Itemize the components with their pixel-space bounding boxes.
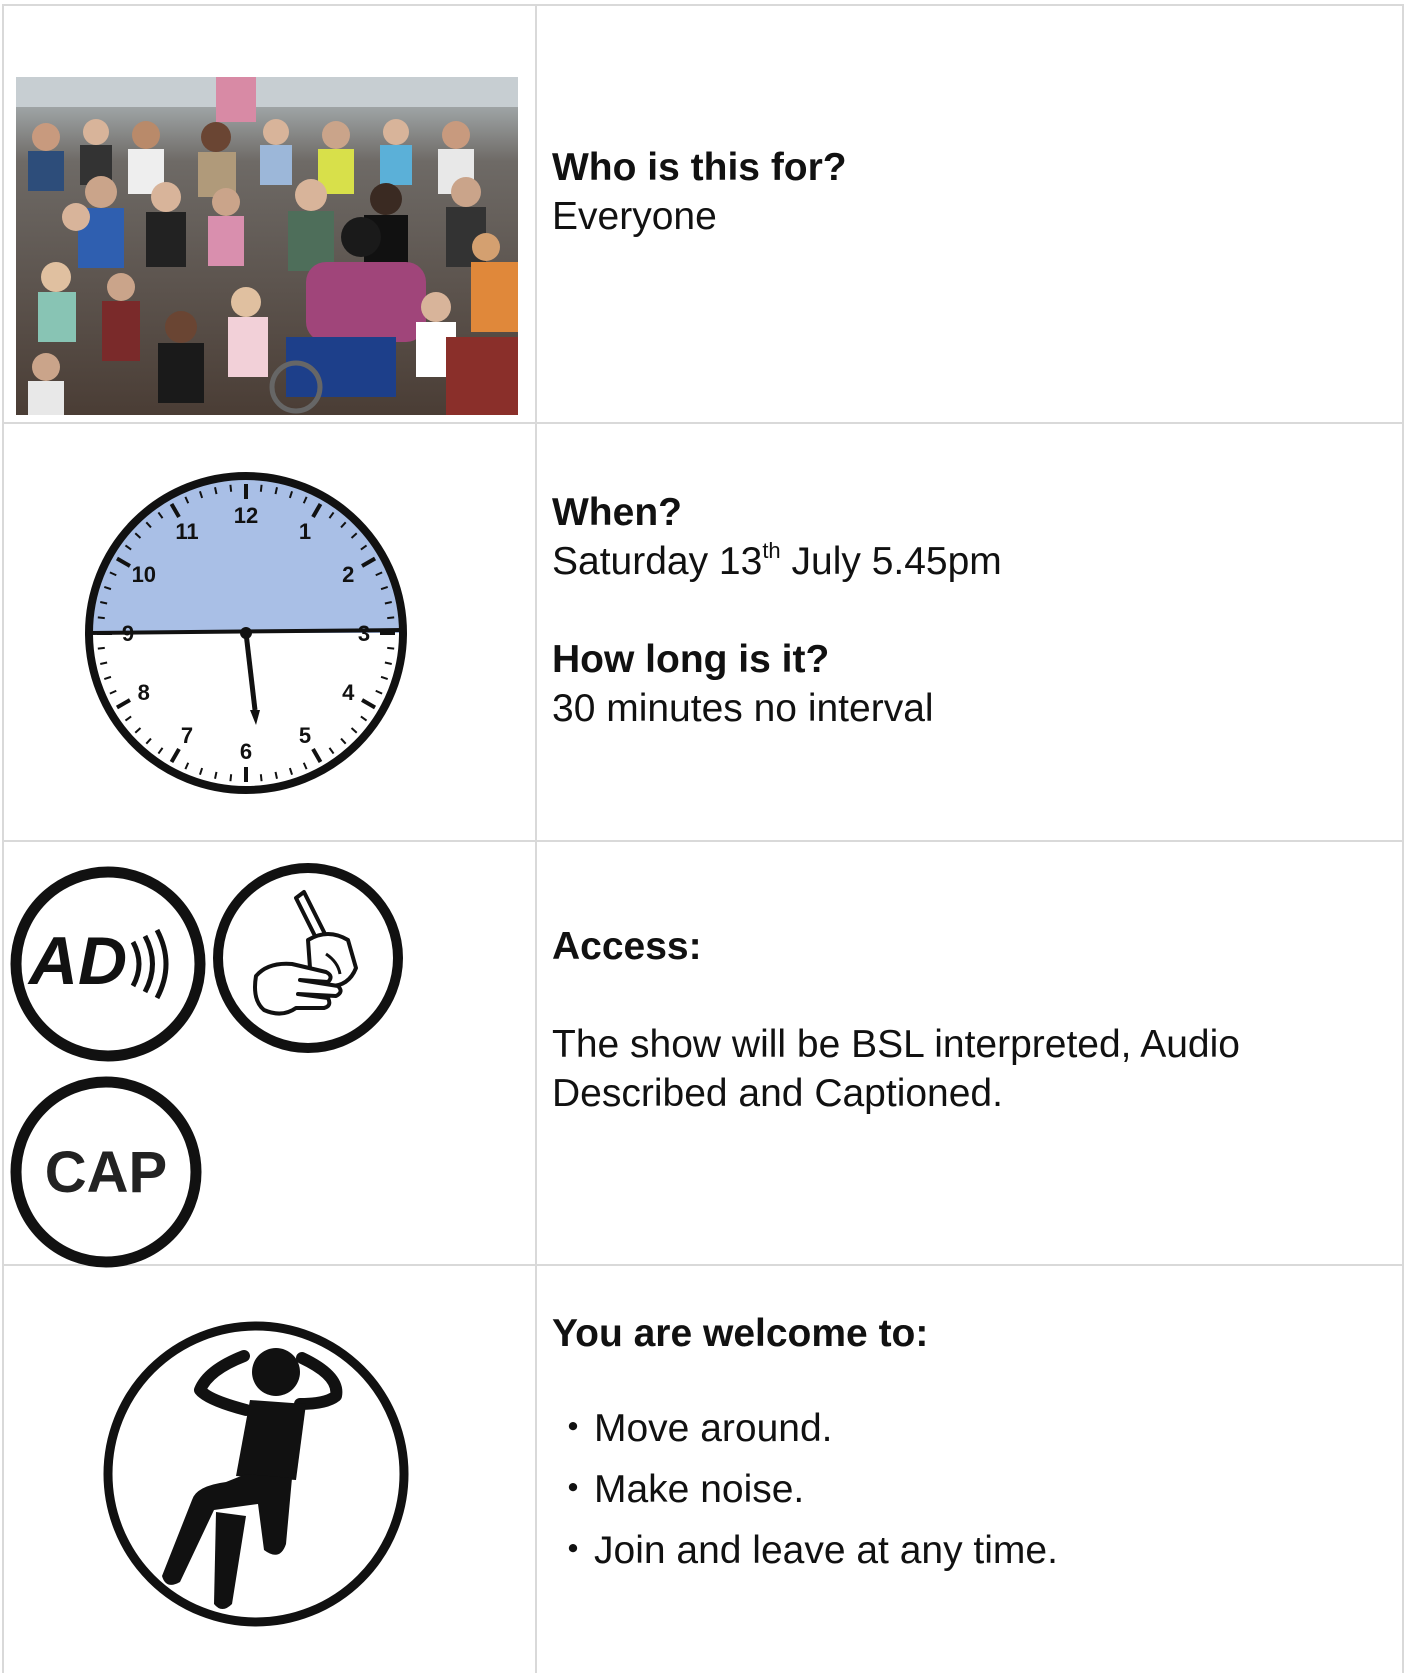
crowd-photo [16,77,518,415]
list-item-text: Make noise. [594,1468,805,1511]
clock-tick [384,661,392,665]
when-text: Saturday 13th July 5.45pm [552,537,1002,586]
clock-tick [384,601,392,605]
captioned-icon: CAP [10,1076,202,1268]
duration-heading: How long is it? [552,638,830,681]
row-timing: 121234567891011 When? Saturday 13th July… [4,424,1402,842]
clock-tick [274,771,278,779]
clock-tick [259,774,263,782]
relaxed-person-icon [103,1321,409,1627]
cap-label: CAP [45,1140,167,1205]
row-access: AD CAP Access: The show will be BSL inte… [4,842,1402,1268]
date-month-time: July 5.45pm [780,540,1002,583]
list-item-text: Move around. [594,1407,833,1450]
clock-tick [229,484,233,492]
cell-audience: Who is this for? Everyone [537,6,1402,422]
clock-tick [387,616,395,620]
clock-tick [97,616,105,620]
clock-tick [214,487,218,495]
when-heading: When? [552,491,682,534]
clock-icon: 121234567891011 [85,472,407,794]
clock-tick [214,771,218,779]
clock-tick [259,484,263,492]
duration-text: 30 minutes no interval [552,687,934,730]
list-item-text: Join and leave at any time. [594,1529,1058,1572]
ad-label: AD [27,923,127,999]
clock-number: 3 [358,621,370,646]
cell-photo [4,6,537,422]
cell-relax-icon [4,1266,537,1673]
clock-tick [229,774,233,782]
access-heading: Access: [552,925,702,968]
date-suffix: th [762,538,781,563]
cell-timing: When? Saturday 13th July 5.45pm How long… [537,424,1402,840]
bullet: ・ [553,1529,593,1572]
clock-tick [100,601,108,605]
clock-number: 12 [234,503,258,528]
audio-description-icon: AD [10,866,206,1062]
row-welcome: You are welcome to: ・Move around. ・Make … [4,1266,1402,1673]
clock-tick [387,646,395,650]
list-item: ・Move around. [552,1404,1058,1453]
access-text: The show will be BSL interpreted, Audio … [552,1023,1240,1115]
cell-access: Access: The show will be BSL interpreted… [537,842,1402,1264]
row-audience: Who is this for? Everyone [4,6,1402,424]
clock-number: 4 [342,680,355,705]
clock-tick [97,646,105,650]
welcome-heading: You are welcome to: [552,1312,929,1355]
clock-number: 1 [299,519,311,544]
clock-number: 5 [299,723,311,748]
date-day: Saturday 13 [552,540,763,583]
bullet: ・ [553,1468,593,1511]
clock-tick [274,487,278,495]
sign-language-icon [213,863,403,1053]
cell-clock: 121234567891011 [4,424,537,840]
clock-number: 6 [240,739,252,764]
list-item: ・Make noise. [552,1465,1058,1514]
audience-text: Everyone [552,195,717,238]
audience-heading: Who is this for? [552,146,847,189]
cell-access-icons: AD CAP [4,842,537,1268]
clock-number: 7 [181,723,193,748]
clock-number: 2 [342,562,354,587]
clock-number: 8 [138,680,150,705]
clock-number: 11 [175,519,198,544]
bullet: ・ [553,1407,593,1450]
clock-tick [100,661,108,665]
cell-welcome: You are welcome to: ・Move around. ・Make … [537,1266,1402,1673]
clock-number: 10 [132,562,156,587]
list-item: ・Join and leave at any time. [552,1526,1058,1575]
info-table: Who is this for? Everyone 12123456789101… [2,4,1404,1673]
